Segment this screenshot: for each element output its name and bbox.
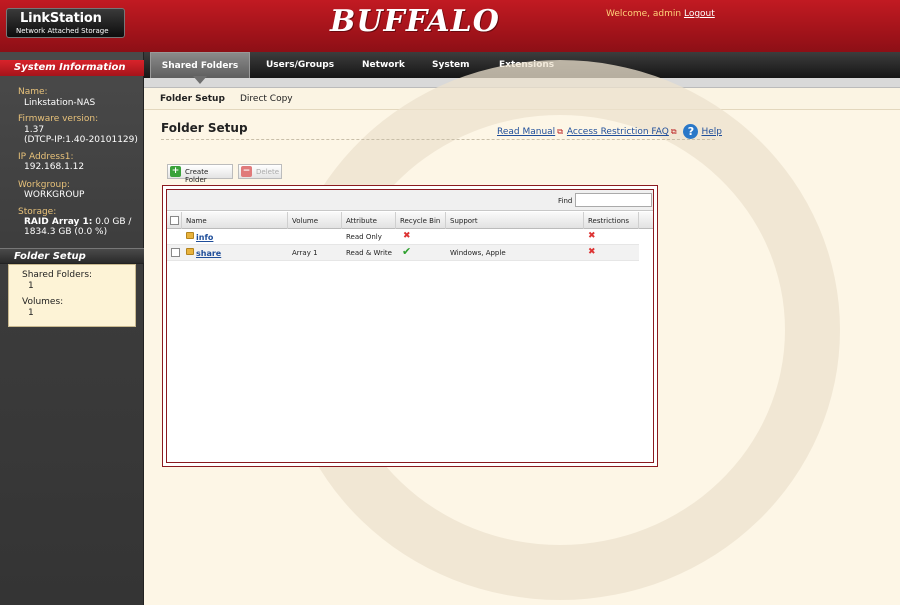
firmware-label: Firmware version: [18,114,99,124]
subtab-direct-copy[interactable]: Direct Copy [240,94,293,104]
attribute-cell: Read Only [346,233,382,241]
help-link[interactable]: Help [701,127,722,137]
storage-used: 0.0 GB / [92,217,132,227]
minus-icon: − [241,166,252,177]
read-manual-link[interactable]: Read Manual [497,127,555,137]
attribute-cell: Read & Write [346,249,392,257]
row-checkbox[interactable] [171,248,180,257]
ip-address-label: IP Address1: [18,152,74,162]
cross-icon: ✖ [403,231,411,241]
delete-label: Delete [256,168,279,176]
volumes-label: Volumes: [22,297,64,307]
folder-name-link[interactable]: share [196,249,221,258]
column-header-attribute[interactable]: Attribute [342,212,396,229]
left-sidebar: System Information Name: Linkstation-NAS… [0,52,144,605]
table-toolbar: Find [167,190,653,211]
select-all-column [167,212,182,229]
title-divider [161,139,715,140]
folder-setup-header: Folder Setup [0,248,144,264]
page-title: Folder Setup [161,121,248,135]
ip-address-value: 192.168.1.12 [24,162,85,172]
table-row[interactable]: share Array 1 Read & Write ✔ Windows, Ap… [167,245,639,261]
external-link-icon: ⧉ [670,127,677,136]
create-folder-button[interactable]: + Create Folder [167,164,233,184]
folder-icon [186,248,194,255]
logo-subtitle: Network Attached Storage [16,27,109,35]
column-header-name[interactable]: Name [182,212,288,229]
select-all-checkbox[interactable] [170,216,179,225]
find-label: Find [558,197,573,205]
external-link-icon: ⧉ [557,127,563,136]
buffalo-brand-logo: BUFFALO [330,4,500,39]
cross-icon: ✖ [588,247,596,257]
folder-name-link[interactable]: info [196,233,213,242]
welcome-text: Welcome, admin [606,9,682,19]
workgroup-value: WORKGROUP [24,190,85,200]
firmware-dtcp-value: (DTCP-IP:1.40-20101129) [24,135,138,145]
system-information-header: System Information [0,60,144,76]
folder-setup-summary-panel: Shared Folders: 1 Volumes: 1 [8,264,136,327]
linkstation-logo: LinkStation Network Attached Storage [6,8,125,38]
shared-folders-count: 1 [28,281,34,291]
workgroup-label: Workgroup: [18,180,70,190]
folder-table: Find Name Volume Attribute Recycle Bin S… [166,189,654,463]
logout-link[interactable]: Logout [684,9,715,19]
tab-system[interactable]: System [432,52,470,78]
storage-label: Storage: [18,207,57,217]
column-header-volume[interactable]: Volume [288,212,342,229]
active-tab-pointer-icon [193,76,207,84]
welcome-area: Welcome, admin Logout [606,9,715,19]
storage-array-name: RAID Array 1: [24,217,93,227]
storage-total-value: 1834.3 GB (0.0 %) [24,227,108,237]
shared-folders-label: Shared Folders: [22,270,93,280]
tab-network[interactable]: Network [362,52,405,78]
firmware-value: 1.37 [24,125,45,135]
help-links: Read Manual ⧉ Access Restriction FAQ ⧉ ? Hel… [497,124,722,139]
name-value: Linkstation-NAS [24,98,96,108]
volume-cell: Array 1 [292,249,318,257]
column-header-restrictions[interactable]: Restrictions [584,212,639,229]
storage-value: RAID Array 1: 0.0 GB / [24,217,131,227]
table-header-row: Name Volume Attribute Recycle Bin Suppor… [167,212,653,229]
check-icon: ✔ [402,245,412,258]
header-bar: LinkStation Network Attached Storage BUF… [0,0,900,52]
column-header-support[interactable]: Support [446,212,584,229]
tab-users-groups[interactable]: Users/Groups [266,52,334,78]
folder-table-frame: Find Name Volume Attribute Recycle Bin S… [162,185,658,467]
folder-icon [186,232,194,239]
table-row[interactable]: info Read Only ✖ ✖ [167,229,639,245]
subtab-folder-setup[interactable]: Folder Setup [160,94,225,104]
column-header-recycle-bin[interactable]: Recycle Bin [396,212,446,229]
logo-title: LinkStation [20,11,102,26]
support-cell: Windows, Apple [450,249,506,257]
help-icon[interactable]: ? [683,124,699,139]
create-folder-label: Create Folder [185,168,209,184]
tab-shared-folders[interactable]: Shared Folders [150,52,250,78]
access-restriction-faq-link[interactable]: Access Restriction FAQ [567,127,669,137]
cross-icon: ✖ [588,231,596,241]
delete-button[interactable]: − Delete [238,164,282,179]
plus-icon: + [170,166,181,177]
name-label: Name: [18,87,48,97]
volumes-count: 1 [28,308,34,318]
find-input[interactable] [575,193,652,207]
